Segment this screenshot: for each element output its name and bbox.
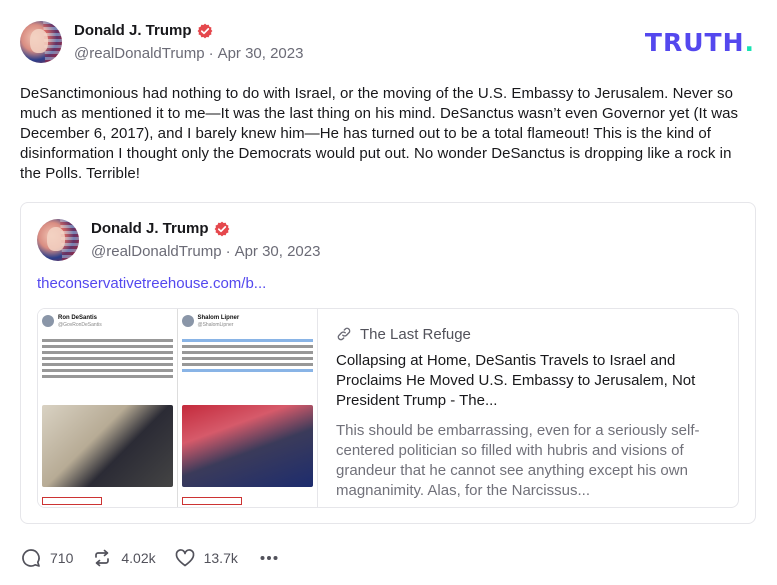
- thumb-line: [181, 369, 313, 372]
- verified-icon: [214, 221, 229, 236]
- card-body: The Last Refuge Collapsing at Home, DeSa…: [318, 309, 738, 507]
- quote-avatar[interactable]: [37, 219, 79, 261]
- like-icon: [175, 549, 194, 567]
- name-row: Donald J. Trump: [74, 22, 303, 39]
- thumb-left-footer: [42, 497, 102, 505]
- quote-header: Donald J. Trump @realDonaldTrump · Apr 30,…: [37, 219, 739, 261]
- action-bar: 710 4.02k 13.7k: [20, 546, 757, 570]
- quote-link[interactable]: theconservativetreehouse.com/b...: [37, 275, 739, 292]
- quote-author-handle[interactable]: @realDonaldTrump: [91, 243, 222, 260]
- like-count: 13.7k: [203, 550, 238, 566]
- thumb-right-text: [181, 339, 313, 372]
- author-block: Donald J. Trump @realDonaldTrump · Apr 30,…: [74, 22, 303, 62]
- post-date[interactable]: Apr 30, 2023: [218, 45, 304, 62]
- thumb-line: [42, 345, 173, 348]
- thumb-right-handle: @ShalomLipner: [197, 321, 234, 328]
- thumb-right-photo: [181, 405, 313, 487]
- card-description: This should be embarrassing, even for a …: [336, 422, 700, 499]
- meta-separator: ·: [208, 45, 214, 62]
- quote-name-row: Donald J. Trump: [91, 220, 320, 237]
- card-source: The Last Refuge: [360, 325, 471, 343]
- thumb-line: [181, 339, 313, 342]
- thumb-left-text: [42, 339, 173, 378]
- retruth-count: 4.02k: [121, 550, 156, 566]
- link-icon: [337, 327, 351, 341]
- verified-icon: [197, 23, 212, 38]
- truth-logo[interactable]: TRUTH.: [645, 28, 755, 57]
- thumb-right-name: Shalom Lipner: [197, 314, 240, 321]
- quote-meta-separator: ·: [225, 243, 231, 260]
- thumb-right-footer: [181, 497, 242, 505]
- logo-dot: .: [744, 28, 755, 57]
- quote-meta-row: @realDonaldTrump · Apr 30, 2023: [91, 243, 320, 260]
- card-thumbnail: Ron DeSantis @GovRonDeSantis Shalom Lipn…: [38, 309, 318, 507]
- card-source-row: The Last Refuge: [336, 325, 720, 343]
- quote-author-name[interactable]: Donald J. Trump: [91, 220, 209, 237]
- thumb-left-name: Ron DeSantis: [58, 314, 98, 321]
- thumb-left-handle: @GovRonDeSantis: [58, 321, 102, 328]
- thumb-line: [42, 363, 173, 366]
- reply-button[interactable]: 710: [20, 547, 73, 569]
- more-icon[interactable]: [258, 547, 280, 569]
- thumb-line: [42, 375, 173, 378]
- thumb-line: [181, 345, 313, 348]
- thumb-line: [181, 351, 313, 354]
- quoted-post[interactable]: Donald J. Trump @realDonaldTrump · Apr 30,…: [20, 202, 756, 524]
- like-button[interactable]: 13.7k: [174, 547, 238, 569]
- thumb-right-names: Shalom Lipner @ShalomLipner: [198, 315, 240, 328]
- thumb-line: [181, 363, 313, 366]
- post-body: DeSanctimonious had nothing to do with I…: [20, 85, 739, 182]
- author-handle[interactable]: @realDonaldTrump: [74, 45, 205, 62]
- thumb-left-avatar: [42, 315, 54, 327]
- thumb-line: [42, 357, 173, 360]
- logo-text: TRUTH: [644, 28, 745, 57]
- thumb-left-header: Ron DeSantis @GovRonDeSantis: [42, 313, 173, 329]
- thumb-right-header: Shalom Lipner @ShalomLipner: [181, 313, 314, 329]
- quote-post-date[interactable]: Apr 30, 2023: [235, 243, 321, 260]
- thumb-line: [181, 357, 313, 360]
- meta-row: @realDonaldTrump · Apr 30, 2023: [74, 45, 303, 62]
- thumb-left-photo: [42, 405, 173, 487]
- thumb-line: [42, 351, 173, 354]
- thumb-right-avatar: [181, 315, 194, 327]
- quote-author-block: Donald J. Trump @realDonaldTrump · Apr 30,…: [91, 220, 320, 260]
- link-preview-card[interactable]: Ron DeSantis @GovRonDeSantis Shalom Lipn…: [37, 308, 739, 508]
- retruth-button[interactable]: 4.02k: [91, 547, 156, 569]
- author-name[interactable]: Donald J. Trump: [74, 22, 192, 39]
- reply-icon: [22, 549, 40, 567]
- thumb-left-names: Ron DeSantis @GovRonDeSantis: [58, 315, 102, 328]
- truth-post: Donald J. Trump @realDonaldTrump · Apr 30,…: [0, 0, 777, 585]
- avatar[interactable]: [20, 21, 62, 63]
- thumb-left-tweet: Ron DeSantis @GovRonDeSantis: [38, 309, 178, 507]
- thumb-line: [42, 369, 173, 372]
- thumb-line: [42, 339, 173, 342]
- retruth-icon: [95, 549, 110, 567]
- card-title[interactable]: Collapsing at Home, DeSantis Travels to …: [336, 351, 720, 411]
- thumb-right-tweet: Shalom Lipner @ShalomLipner: [177, 309, 317, 507]
- reply-count: 710: [50, 550, 74, 566]
